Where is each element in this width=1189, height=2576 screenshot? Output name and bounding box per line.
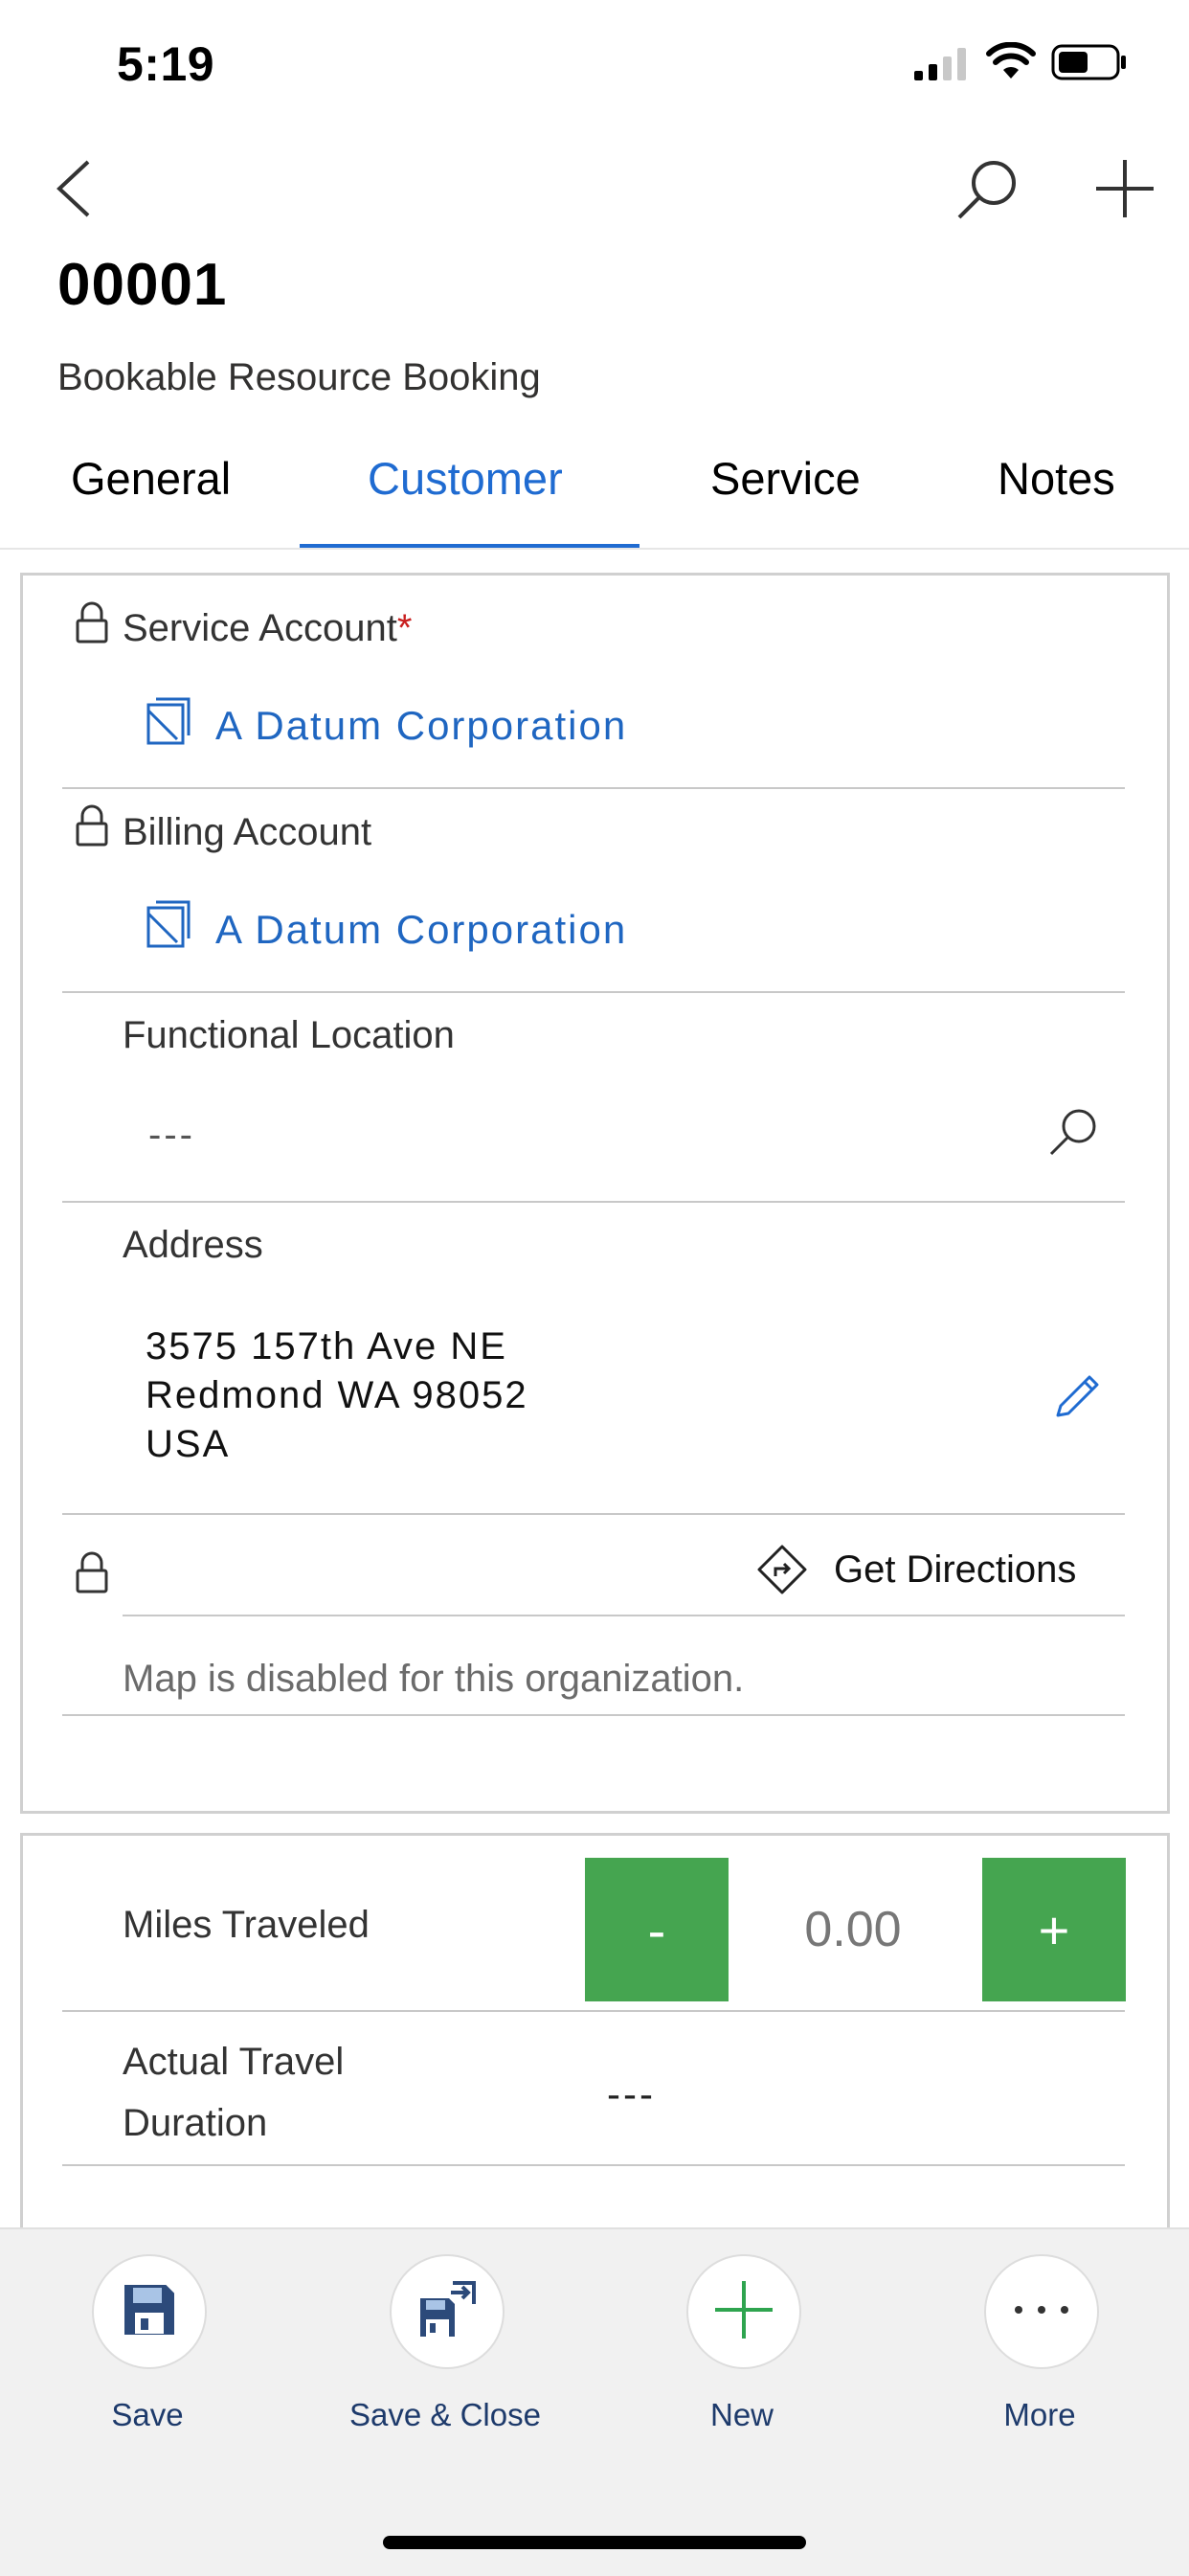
more-button[interactable] <box>984 2254 1099 2369</box>
service-account-label: Service Account* <box>123 607 413 649</box>
actual-travel-duration-label: Actual Travel Duration <box>123 2031 344 2154</box>
divider <box>62 787 1125 789</box>
service-account-link[interactable]: A Datum Corporation <box>215 703 627 749</box>
customer-section-card <box>20 573 1170 1814</box>
more-label[interactable]: More <box>896 2397 1183 2433</box>
label-line: Duration <box>123 2102 268 2144</box>
address-label: Address <box>123 1224 263 1266</box>
directions-icon[interactable] <box>756 1544 808 1600</box>
new-button[interactable] <box>686 2254 801 2369</box>
lock-icon <box>75 1551 109 1598</box>
tab-general[interactable]: General <box>71 452 231 505</box>
save-and-close-icon <box>416 2279 478 2345</box>
decrement-button[interactable]: - <box>585 1858 729 2001</box>
functional-location-label: Functional Location <box>123 1014 455 1056</box>
divider <box>62 1714 1125 1716</box>
map-disabled-message: Map is disabled for this organization. <box>123 1658 745 1700</box>
lock-icon <box>75 804 109 851</box>
active-tab-indicator <box>300 544 639 548</box>
plus-icon <box>713 2279 774 2345</box>
save-and-close-label[interactable]: Save & Close <box>302 2397 589 2433</box>
save-button[interactable] <box>92 2254 207 2369</box>
divider <box>62 991 1125 993</box>
miles-traveled-label: Miles Traveled <box>123 1904 370 1946</box>
address-line: Redmond WA 98052 <box>146 1374 528 1416</box>
divider <box>123 1615 1125 1616</box>
divider <box>62 2164 1125 2166</box>
save-icon <box>122 2282 177 2342</box>
more-ellipsis-icon <box>1013 2303 1070 2320</box>
add-icon[interactable] <box>1094 158 1155 224</box>
search-icon[interactable] <box>955 158 1019 226</box>
address-line: 3575 157th Ave NE <box>146 1325 507 1367</box>
edit-pencil-icon[interactable] <box>1053 1367 1105 1424</box>
tabs-divider <box>0 548 1189 550</box>
account-record-icon <box>146 900 191 953</box>
miles-traveled-value[interactable]: 0.00 <box>747 1901 959 1958</box>
divider <box>62 1201 1125 1203</box>
address-line: USA <box>146 1423 231 1465</box>
wifi-icon <box>986 41 1036 85</box>
billing-account-label: Billing Account <box>123 811 372 853</box>
new-label[interactable]: New <box>598 2397 886 2433</box>
divider <box>62 2010 1125 2012</box>
battery-icon <box>1051 44 1128 85</box>
tab-service[interactable]: Service <box>710 452 861 505</box>
tab-notes[interactable]: Notes <box>998 452 1115 505</box>
home-indicator[interactable] <box>383 2536 806 2549</box>
save-and-close-button[interactable] <box>390 2254 505 2369</box>
actual-travel-duration-value[interactable]: --- <box>607 2071 656 2117</box>
divider <box>62 1513 1125 1515</box>
required-indicator: * <box>396 607 413 649</box>
record-title: 00001 <box>57 252 228 318</box>
address-value[interactable]: 3575 157th Ave NE Redmond WA 98052 USA <box>146 1322 528 1469</box>
increment-button[interactable]: + <box>982 1858 1126 2001</box>
billing-account-link[interactable]: A Datum Corporation <box>215 907 627 953</box>
cellular-signal-icon <box>914 46 968 85</box>
status-time: 5:19 <box>117 37 215 91</box>
back-icon[interactable] <box>50 158 98 224</box>
label-line: Actual Travel <box>123 2041 345 2083</box>
entity-subtitle: Bookable Resource Booking <box>57 356 541 398</box>
get-directions-button[interactable]: Get Directions <box>834 1548 1076 1592</box>
lock-icon <box>75 601 109 648</box>
save-label[interactable]: Save <box>4 2397 291 2433</box>
functional-location-input[interactable]: --- <box>148 1114 195 1157</box>
account-record-icon <box>146 697 191 750</box>
search-icon[interactable] <box>1047 1106 1099 1163</box>
tab-customer[interactable]: Customer <box>368 452 563 505</box>
